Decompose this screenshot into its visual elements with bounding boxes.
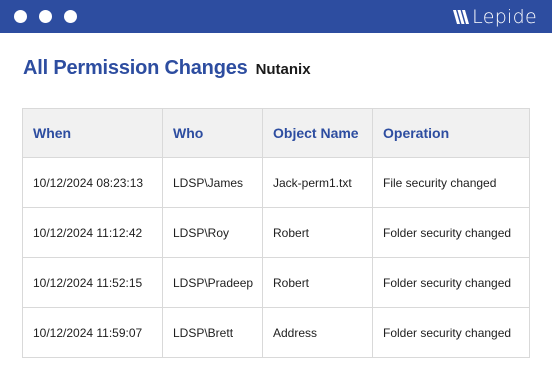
brand-logo: Lepide: [453, 5, 537, 28]
cell-object-name: Robert: [262, 207, 373, 258]
column-header-object-name[interactable]: Object Name: [262, 108, 373, 158]
column-header-when[interactable]: When: [22, 108, 163, 158]
cell-who: LDSP\Brett: [162, 307, 263, 358]
table-row[interactable]: 10/12/2024 08:23:13 LDSP\James Jack-perm…: [22, 157, 530, 208]
cell-operation: Folder security changed: [372, 257, 530, 308]
column-header-operation[interactable]: Operation: [372, 108, 530, 158]
cell-operation: Folder security changed: [372, 207, 530, 258]
cell-who: LDSP\Roy: [162, 207, 263, 258]
brand-name: Lepide: [472, 5, 537, 28]
window-maximize-button[interactable]: [64, 10, 77, 23]
cell-when: 10/12/2024 08:23:13: [22, 157, 163, 208]
table-header-row: When Who Object Name Operation: [22, 108, 530, 158]
window-titlebar: Lepide: [0, 0, 552, 33]
cell-when: 10/12/2024 11:12:42: [22, 207, 163, 258]
cell-operation: Folder security changed: [372, 307, 530, 358]
window-close-button[interactable]: [14, 10, 27, 23]
cell-when: 10/12/2024 11:59:07: [22, 307, 163, 358]
cell-who: LDSP\Pradeep: [162, 257, 263, 308]
permission-changes-table: When Who Object Name Operation 10/12/202…: [22, 108, 530, 358]
window-minimize-button[interactable]: [39, 10, 52, 23]
lepide-logo-icon: [453, 9, 470, 24]
table-row[interactable]: 10/12/2024 11:12:42 LDSP\Roy Robert Fold…: [22, 207, 530, 258]
cell-object-name: Jack-perm1.txt: [262, 157, 373, 208]
cell-who: LDSP\James: [162, 157, 263, 208]
report-source: Nutanix: [255, 61, 311, 78]
cell-when: 10/12/2024 11:52:15: [22, 257, 163, 308]
cell-object-name: Address: [262, 307, 373, 358]
cell-operation: File security changed: [372, 157, 530, 208]
cell-object-name: Robert: [262, 257, 373, 308]
table-row[interactable]: 10/12/2024 11:52:15 LDSP\Pradeep Robert …: [22, 257, 530, 308]
report-title: All Permission Changes: [23, 57, 248, 79]
table-row[interactable]: 10/12/2024 11:59:07 LDSP\Brett Address F…: [22, 307, 530, 358]
report-heading: All Permission Changes Nutanix: [23, 57, 311, 85]
column-header-who[interactable]: Who: [162, 108, 263, 158]
